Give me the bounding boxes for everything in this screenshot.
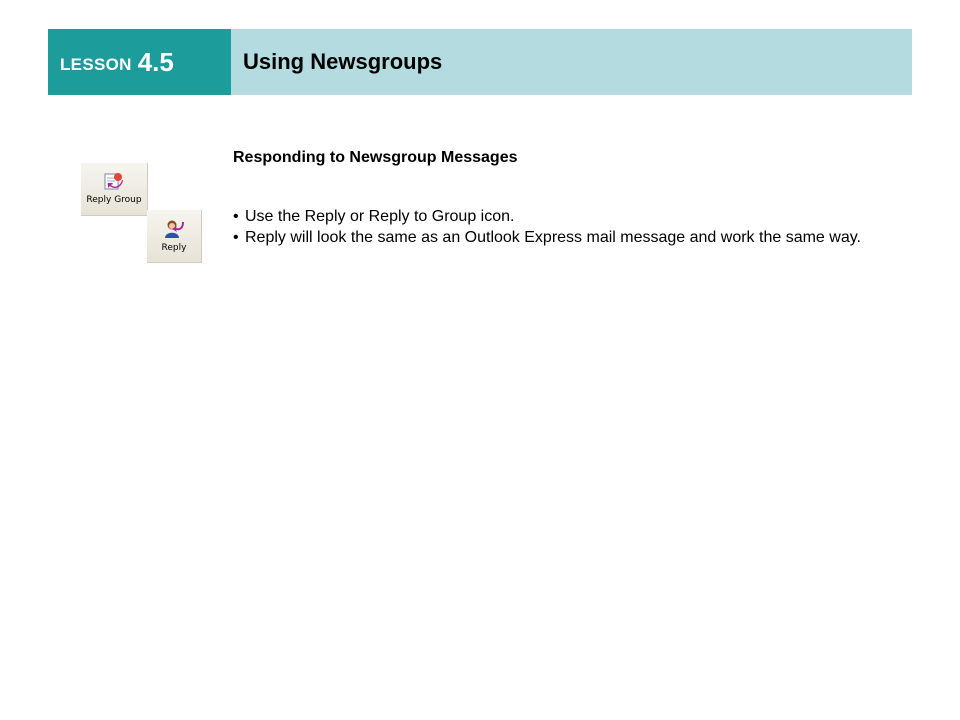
lesson-number: 4.5 [137, 46, 174, 77]
bullet-dot: • [233, 208, 239, 225]
reply-icon [165, 220, 184, 238]
page-title: Using Newsgroups [243, 49, 443, 74]
title-bar: Using Newsgroups [231, 29, 912, 95]
list-item: • Use the Reply or Reply to Group icon. [233, 206, 893, 227]
reply-label: Reply [161, 243, 187, 253]
reply-group-button[interactable]: Reply Group [81, 163, 148, 216]
bullet-text: Reply will look the same as an Outlook E… [245, 229, 861, 246]
bullet-dot: • [233, 229, 239, 246]
reply-group-label: Reply Group [86, 195, 142, 205]
list-item: • Reply will look the same as an Outlook … [233, 227, 893, 248]
lesson-label: LESSON [60, 55, 132, 74]
reply-button[interactable]: Reply [147, 210, 202, 263]
bullet-text: Use the Reply or Reply to Group icon. [245, 208, 515, 225]
bullet-list: • Use the Reply or Reply to Group icon. •… [233, 206, 893, 248]
reply-group-icon [104, 173, 123, 190]
section-subheading: Responding to Newsgroup Messages [233, 149, 518, 166]
lesson-badge: LESSON 4.5 [48, 29, 231, 95]
